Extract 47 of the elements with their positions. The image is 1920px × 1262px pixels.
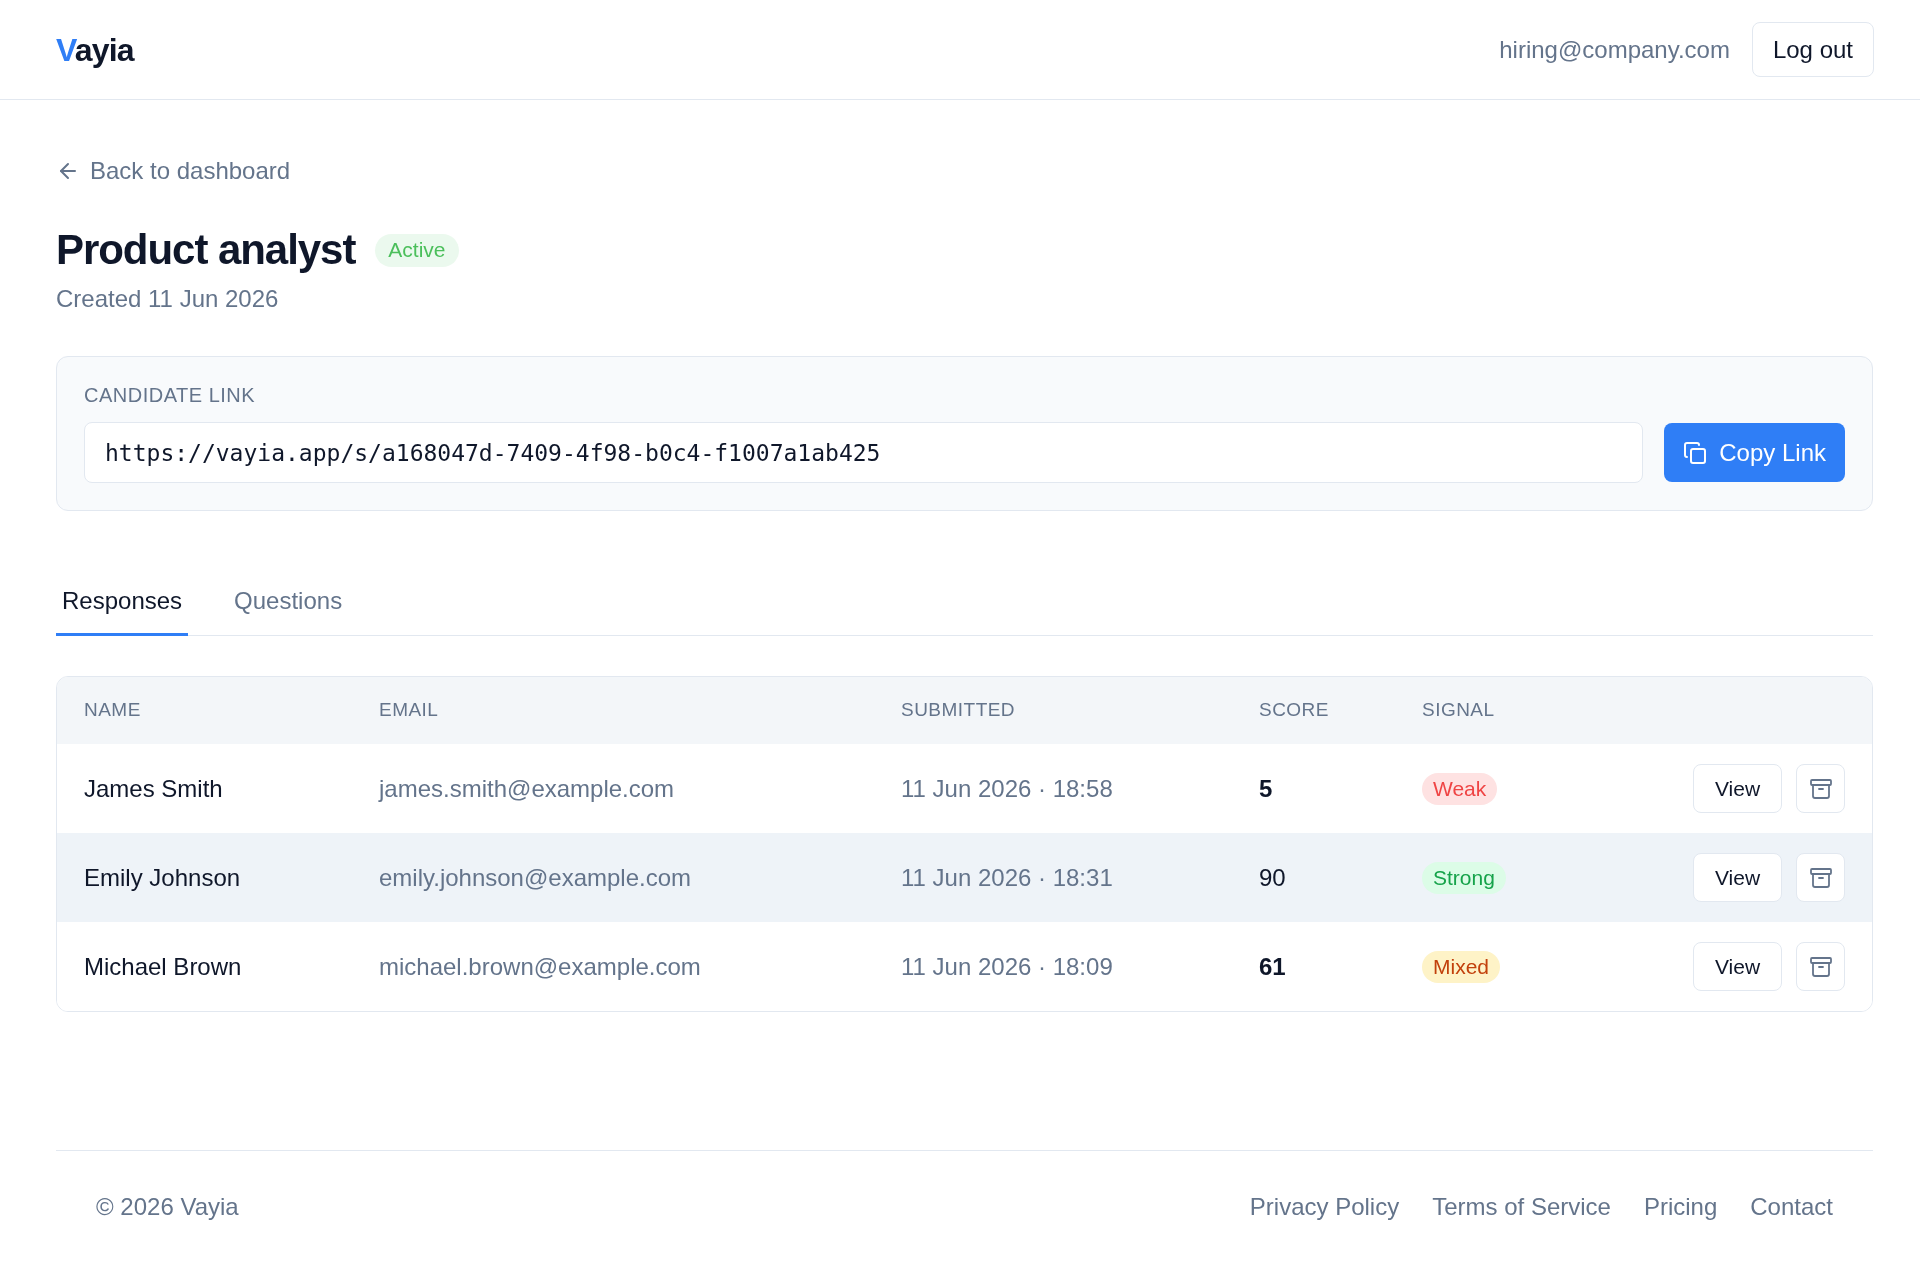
view-button[interactable]: View	[1693, 942, 1782, 991]
signal-tag: Strong	[1422, 861, 1506, 894]
candidate-name: James Smith	[84, 773, 223, 804]
tab[interactable]: Questions	[228, 565, 349, 636]
copy-icon	[1683, 440, 1708, 465]
copy-link-button[interactable]: Copy Link	[1664, 423, 1845, 482]
archive-button[interactable]	[1796, 942, 1845, 991]
logo: Vayia	[56, 30, 134, 70]
candidate-name: Michael Brown	[84, 951, 242, 982]
archive-icon	[1808, 954, 1833, 979]
view-button[interactable]: View	[1693, 764, 1782, 813]
column-header: EMAIL	[379, 698, 439, 723]
section-label: CANDIDATE LINK	[84, 384, 256, 406]
candidate-email: james.smith@example.com	[379, 773, 675, 804]
archive-icon	[1808, 865, 1833, 890]
signal-tag: Mixed	[1422, 950, 1501, 983]
logout-button[interactable]: Log out	[1751, 22, 1874, 77]
column-header: SCORE	[1259, 698, 1329, 723]
submitted-time: 11 Jun 2026 · 18:31	[901, 862, 1113, 893]
link-field[interactable]: https://vayia.app/s/a168047d-7409-4f98-b0c4-f1007a1ab425	[84, 422, 1644, 483]
candidate-name: Emily Johnson	[84, 862, 241, 893]
footer-link[interactable]: Contact	[1750, 1188, 1833, 1225]
back-link[interactable]: Back to dashboard	[56, 156, 291, 186]
score: 61	[1259, 951, 1286, 982]
column-header: SIGNAL	[1422, 698, 1495, 723]
footer-link[interactable]: Pricing	[1643, 1188, 1718, 1225]
submitted-time: 11 Jun 2026 · 18:58	[901, 773, 1113, 804]
column-header: NAME	[84, 698, 141, 723]
footer-link[interactable]: Privacy Policy	[1249, 1188, 1400, 1225]
candidate-email: emily.johnson@example.com	[379, 862, 692, 893]
status-badge: Active	[375, 233, 459, 267]
created-date: Created 11 Jun 2026	[56, 284, 279, 314]
signal-tag: Weak	[1422, 772, 1498, 805]
page-title: Product analyst	[56, 226, 356, 274]
view-button[interactable]: View	[1693, 853, 1782, 902]
user-email: hiring@company.com	[1499, 34, 1730, 65]
score: 90	[1259, 862, 1286, 893]
archive-icon	[1808, 776, 1833, 801]
archive-button[interactable]	[1796, 853, 1845, 902]
candidate-email: michael.brown@example.com	[379, 951, 701, 982]
copyright: © 2026 Vayia	[96, 1191, 239, 1222]
footer-link[interactable]: Terms of Service	[1432, 1188, 1611, 1225]
tab[interactable]: Responses	[56, 565, 189, 636]
submitted-time: 11 Jun 2026 · 18:09	[901, 951, 1113, 982]
archive-button[interactable]	[1796, 764, 1845, 813]
score: 5	[1259, 773, 1273, 804]
column-header: SUBMITTED	[901, 698, 1016, 723]
